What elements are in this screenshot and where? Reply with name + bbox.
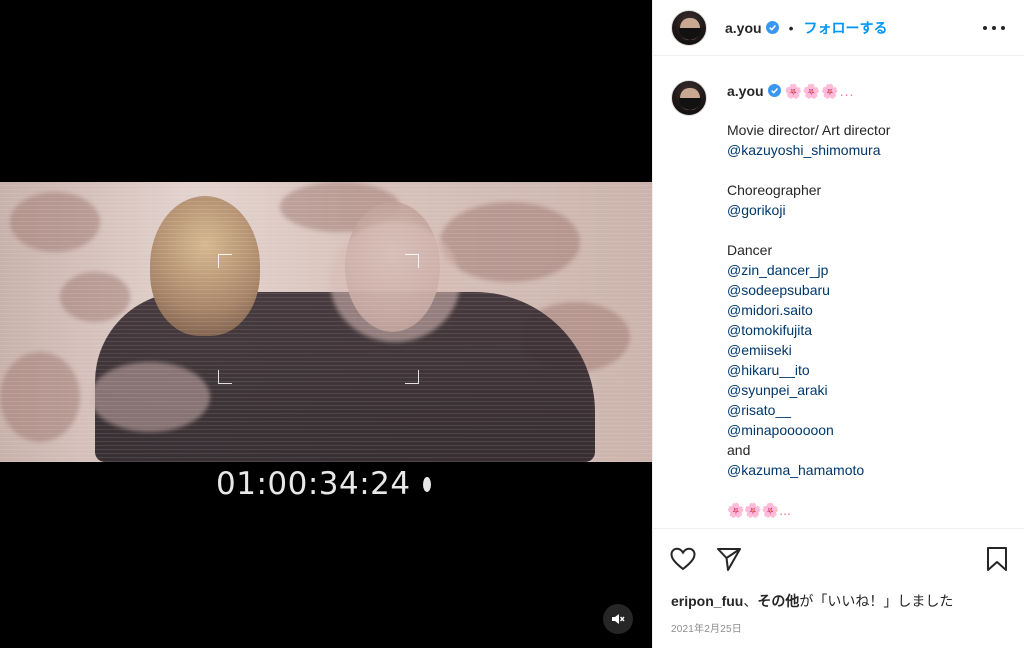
- dancer-head: [150, 196, 260, 336]
- mention-link[interactable]: @emiiseki: [727, 340, 1011, 360]
- mention-link[interactable]: @hikaru__ito: [727, 360, 1011, 380]
- mention-link[interactable]: @zin_dancer_jp: [727, 260, 1011, 280]
- caption-line: 🌸🌸🌸...: [727, 502, 791, 518]
- caption-avatar[interactable]: [671, 80, 707, 116]
- mention-link[interactable]: @sodeepsubaru: [727, 280, 1011, 300]
- caption-line: and: [727, 442, 751, 458]
- post-panel: a.you • フォローする a.you 🌸🌸🌸... Movie direct…: [652, 0, 1024, 648]
- speaker-muted-icon: [612, 614, 625, 624]
- avatar[interactable]: [671, 9, 707, 46]
- caption-header: a.you 🌸🌸🌸...: [727, 80, 1011, 104]
- caption-text: Movie director/ Art director @kazuyoshi_s…: [727, 120, 1011, 520]
- dancer-figure: [95, 292, 595, 462]
- mention-link[interactable]: @midori.saito: [727, 300, 1011, 320]
- caption-line: Choreographer: [727, 182, 822, 198]
- bookmark-icon[interactable]: [983, 545, 1011, 573]
- action-bar: eripon_fuu、その他が「いいね！」しました 2021年2月25日: [653, 528, 1024, 648]
- caption-line: Dancer: [727, 242, 773, 258]
- liker-username[interactable]: eripon_fuu: [671, 593, 743, 609]
- caption-body: a.you 🌸🌸🌸... Movie director/ Art directo…: [727, 80, 1011, 520]
- more-options-icon[interactable]: [983, 17, 1005, 39]
- partner-head: [345, 202, 440, 332]
- mute-button[interactable]: [603, 604, 633, 634]
- header-username[interactable]: a.you: [725, 20, 779, 36]
- verified-badge-icon: [765, 20, 779, 34]
- separator: •: [788, 19, 794, 36]
- mention-link[interactable]: @tomokifujita: [727, 320, 1011, 340]
- caption-username[interactable]: a.you: [727, 83, 764, 99]
- caption-line: [727, 480, 1011, 500]
- caption-title-emoji: 🌸🌸🌸...: [784, 83, 855, 99]
- video-frame[interactable]: [0, 182, 652, 462]
- mention-link[interactable]: @kazuma_hamamoto: [727, 460, 1011, 480]
- likes-summary[interactable]: eripon_fuu、その他が「いいね！」しました: [671, 591, 953, 611]
- mention-link[interactable]: @risato__: [727, 400, 1011, 420]
- post-date[interactable]: 2021年2月25日: [671, 620, 742, 635]
- paper-plane-icon[interactable]: [715, 545, 743, 573]
- mention-link[interactable]: @gorikoji: [727, 200, 1011, 220]
- heart-icon[interactable]: [669, 545, 697, 573]
- caption-line: [727, 160, 1011, 180]
- mention-link[interactable]: @kazuyoshi_shimomura: [727, 140, 1011, 160]
- verified-badge-icon: [767, 84, 781, 97]
- mention-link[interactable]: @syunpei_araki: [727, 380, 1011, 400]
- caption-line: Movie director/ Art director: [727, 122, 891, 138]
- others-link[interactable]: その他: [757, 593, 799, 609]
- timecode: 01:00:34:24: [216, 466, 431, 502]
- follow-button[interactable]: フォローする: [803, 18, 887, 38]
- caption: a.you 🌸🌸🌸... Movie director/ Art directo…: [671, 80, 1011, 526]
- mention-link[interactable]: @minapoooooon: [727, 420, 1011, 440]
- caption-line: [727, 220, 1011, 240]
- post-header: a.you • フォローする: [653, 0, 1024, 56]
- video-player[interactable]: 01:00:34:24: [0, 0, 652, 648]
